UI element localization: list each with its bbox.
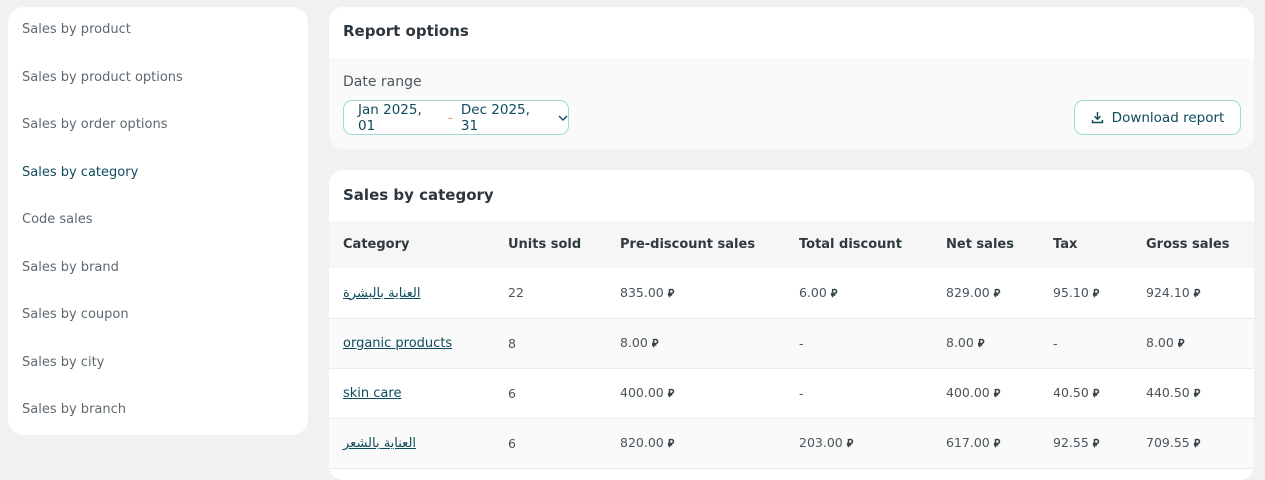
sidebar-item-sales-by-coupon[interactable]: Sales by coupon bbox=[8, 297, 308, 345]
pre-discount-cell: 835.00 ⃁ bbox=[620, 284, 675, 300]
date-start: Jan 2025, 01 bbox=[358, 101, 422, 134]
units-sold-cell: 8 bbox=[508, 335, 516, 351]
report-options-body: Date range Jan 2025, 01 - Dec 2025, 31 D… bbox=[329, 58, 1254, 149]
saudi-riyal-icon: ⃁ bbox=[846, 437, 854, 450]
sidebar-item-sales-by-city[interactable]: Sales by city bbox=[8, 345, 308, 393]
tax-cell: - bbox=[1053, 335, 1058, 351]
table-row: العناية بالبشرة 22 835.00 ⃁ 6.00 ⃁ 829.00 ⃁… bbox=[329, 268, 1254, 318]
sidebar-item-code-sales[interactable]: Code sales bbox=[8, 202, 308, 250]
tax-cell: 40.50 ⃁ bbox=[1053, 385, 1100, 400]
units-sold-cell: 22 bbox=[508, 285, 524, 301]
header-total-discount: Total discount bbox=[799, 237, 902, 252]
saudi-riyal-icon: ⃁ bbox=[1092, 437, 1100, 450]
sidebar-item-sales-by-product-options[interactable]: Sales by product options bbox=[8, 60, 308, 108]
download-icon bbox=[1091, 112, 1103, 124]
saudi-riyal-icon: ⃁ bbox=[1193, 286, 1201, 300]
pre-discount-cell: 820.00 ⃁ bbox=[620, 435, 675, 450]
date-range-label: Date range bbox=[343, 74, 422, 90]
saudi-riyal-icon: ⃁ bbox=[1193, 387, 1201, 400]
chevron-down-icon bbox=[558, 113, 568, 123]
download-report-label: Download report bbox=[1111, 109, 1225, 126]
table-row: organic products 8 8.00 ⃁ - 8.00 ⃁ - 8.00 ⃁ bbox=[329, 318, 1254, 368]
saudi-riyal-icon: ⃁ bbox=[1193, 437, 1201, 450]
category-link[interactable]: organic products bbox=[343, 336, 452, 351]
gross-sales-cell: 924.10 ⃁ bbox=[1146, 284, 1201, 300]
units-sold-cell: 6 bbox=[508, 385, 516, 401]
saudi-riyal-icon: ⃁ bbox=[993, 437, 1001, 450]
net-sales-cell: 400.00 ⃁ bbox=[946, 385, 1001, 400]
gross-sales-cell: 440.50 ⃁ bbox=[1146, 385, 1201, 400]
saudi-riyal-icon: ⃁ bbox=[830, 286, 838, 300]
table-row: skin care 6 400.00 ⃁ - 400.00 ⃁ 40.50 ⃁ 440… bbox=[329, 368, 1254, 418]
header-tax: Tax bbox=[1053, 237, 1078, 252]
units-sold-cell: 6 bbox=[508, 435, 516, 451]
saudi-riyal-icon: ⃁ bbox=[993, 387, 1001, 400]
header-pre-discount-sales: Pre-discount sales bbox=[620, 237, 756, 252]
header-gross-sales: Gross sales bbox=[1146, 237, 1230, 252]
download-report-button[interactable]: Download report bbox=[1074, 100, 1241, 135]
sidebar-item-sales-by-product[interactable]: Sales by product bbox=[8, 12, 308, 60]
report-options-title: Report options bbox=[343, 22, 469, 40]
discount-cell: - bbox=[799, 335, 804, 351]
saudi-riyal-icon: ⃁ bbox=[651, 337, 659, 350]
date-end: Dec 2025, 31 bbox=[460, 101, 530, 134]
saudi-riyal-icon: ⃁ bbox=[977, 337, 985, 350]
sidebar-item-sales-by-branch[interactable]: Sales by branch bbox=[8, 392, 308, 440]
saudi-riyal-icon: ⃁ bbox=[667, 437, 675, 450]
pre-discount-cell: 8.00 ⃁ bbox=[620, 335, 659, 350]
table-title: Sales by category bbox=[343, 186, 494, 204]
saudi-riyal-icon: ⃁ bbox=[1092, 387, 1100, 400]
sidebar-item-sales-by-category[interactable]: Sales by category bbox=[8, 155, 308, 203]
net-sales-cell: 8.00 ⃁ bbox=[946, 335, 985, 350]
pre-discount-cell: 400.00 ⃁ bbox=[620, 385, 675, 400]
header-units-sold: Units sold bbox=[508, 237, 582, 252]
discount-cell: - bbox=[799, 385, 804, 401]
report-type-sidebar: Sales by product Sales by product option… bbox=[8, 7, 308, 435]
gross-sales-cell: 709.55 ⃁ bbox=[1146, 435, 1201, 450]
discount-cell: 6.00 ⃁ bbox=[799, 284, 838, 300]
sidebar-item-sales-by-order-options[interactable]: Sales by order options bbox=[8, 107, 308, 155]
sidebar-item-sales-by-brand[interactable]: Sales by brand bbox=[8, 250, 308, 298]
saudi-riyal-icon: ⃁ bbox=[1177, 337, 1185, 350]
saudi-riyal-icon: ⃁ bbox=[993, 286, 1001, 300]
sales-table: Category Units sold Pre-discount sales T… bbox=[329, 221, 1254, 469]
net-sales-cell: 617.00 ⃁ bbox=[946, 435, 1001, 450]
category-link[interactable]: skin care bbox=[343, 386, 401, 401]
category-link[interactable]: العناية بالبشرة bbox=[343, 286, 421, 301]
table-header-row: Category Units sold Pre-discount sales T… bbox=[329, 221, 1254, 268]
category-link[interactable]: العناية بالشعر bbox=[343, 436, 416, 451]
sales-by-category-card: Sales by category Category Units sold Pr… bbox=[329, 170, 1254, 480]
saudi-riyal-icon: ⃁ bbox=[1092, 286, 1100, 300]
saudi-riyal-icon: ⃁ bbox=[667, 286, 675, 300]
header-category: Category bbox=[343, 237, 410, 252]
saudi-riyal-icon: ⃁ bbox=[667, 387, 675, 400]
net-sales-cell: 829.00 ⃁ bbox=[946, 284, 1001, 300]
tax-cell: 95.10 ⃁ bbox=[1053, 284, 1100, 300]
tax-cell: 92.55 ⃁ bbox=[1053, 435, 1100, 450]
date-separator: - bbox=[448, 109, 453, 126]
header-net-sales: Net sales bbox=[946, 237, 1014, 252]
table-row: العناية بالشعر 6 820.00 ⃁ 203.00 ⃁ 617.00 ⃁… bbox=[329, 418, 1254, 468]
report-options-card: Report options Date range Jan 2025, 01 -… bbox=[329, 7, 1254, 149]
date-range-picker[interactable]: Jan 2025, 01 - Dec 2025, 31 bbox=[343, 100, 569, 135]
gross-sales-cell: 8.00 ⃁ bbox=[1146, 335, 1185, 350]
discount-cell: 203.00 ⃁ bbox=[799, 435, 854, 450]
